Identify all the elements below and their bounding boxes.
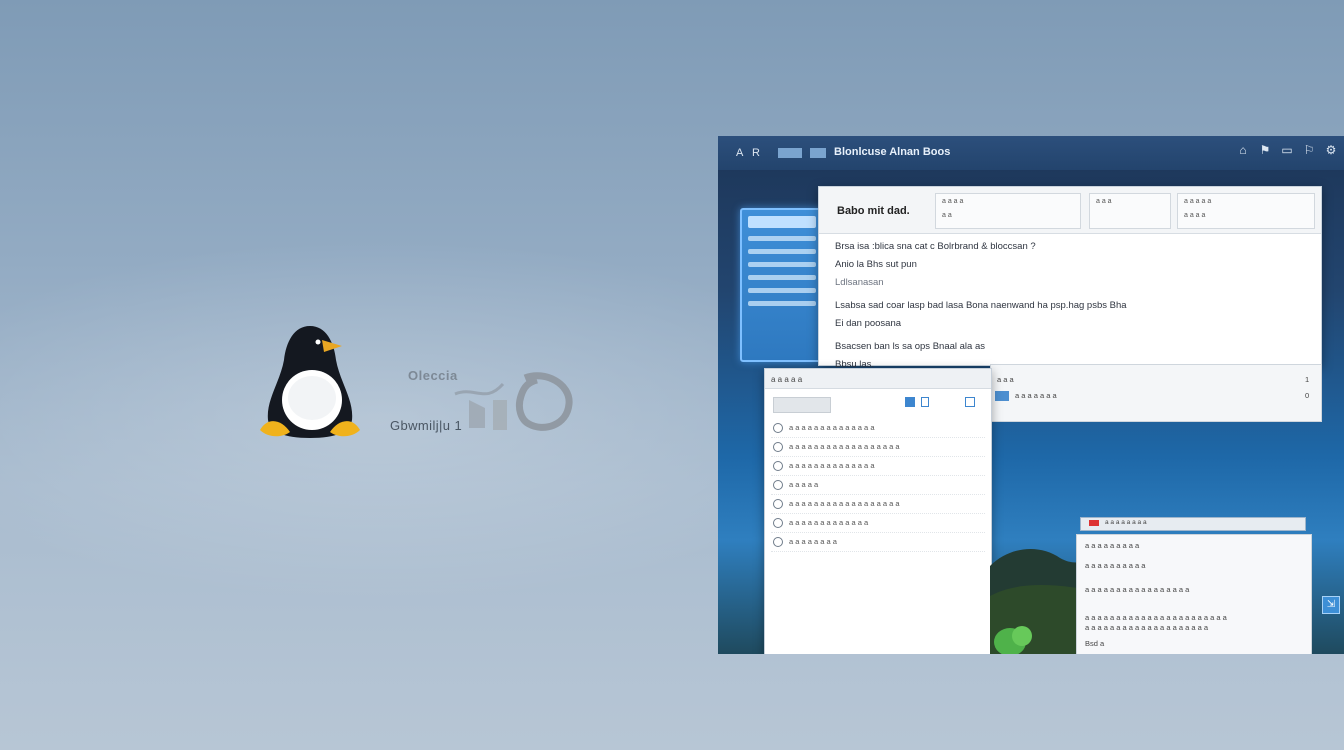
- notification-header-text: a a a a a a a a: [1105, 519, 1147, 526]
- back-button[interactable]: [773, 397, 831, 413]
- toolbar-label: a a a a a: [1184, 198, 1212, 205]
- taskbar-window-button[interactable]: [810, 148, 826, 158]
- desktop-preview: A R Blonlcuse Alnan Boos ⌂ ⚑ ▭ ⚐ ⚙ Babo …: [718, 136, 1344, 654]
- brand-logo-area: Oleccia Gbwmilj|u 1: [250, 320, 590, 460]
- document-body[interactable]: Brsa isa :blica sna cat c Bolrbrand & bl…: [835, 241, 1305, 377]
- document-line: Lsabsa sad coar lasp bad lasa Bona naenw…: [835, 300, 1127, 311]
- toolbar-group-styles[interactable]: a a a a a a a a a: [1177, 193, 1315, 229]
- folder-icon: [995, 391, 1009, 401]
- document-line: Ldlsanasan: [835, 277, 884, 288]
- document-status-strip: a a a a a a a a a a 1 0: [990, 364, 1322, 422]
- toolbar-label: a a a a: [1184, 212, 1206, 219]
- taskbar-window-button[interactable]: [778, 148, 802, 158]
- file-name: a a a a a: [789, 480, 819, 489]
- notification-card[interactable]: a a a a a a a a a a a a a a a a a a a a …: [1076, 534, 1312, 654]
- copy-icon[interactable]: [921, 397, 929, 407]
- expand-icon[interactable]: ⇲: [1322, 596, 1340, 614]
- sidebar-widget-row: [748, 275, 816, 280]
- toolbar-label: a a a a: [942, 198, 964, 205]
- file-icon: [773, 442, 783, 452]
- view-icon[interactable]: [905, 397, 915, 407]
- file-manager-title: a a a a a: [765, 369, 991, 389]
- notification-line: Bsd a: [1085, 639, 1105, 648]
- strip-number: 1: [1305, 375, 1310, 384]
- file-row[interactable]: a a a a a a a a a a a a a a a a a a: [771, 438, 985, 457]
- file-name: a a a a a a a a: [789, 537, 837, 546]
- file-row[interactable]: a a a a a a a a: [771, 533, 985, 552]
- toolbar-group-font[interactable]: a a a a a a: [935, 193, 1081, 229]
- new-window-icon[interactable]: [965, 397, 975, 407]
- sidebar-widget-row: [748, 249, 816, 254]
- sidebar-widget-row: [748, 301, 816, 306]
- file-name: a a a a a a a a a a a a a: [789, 518, 869, 527]
- notification-icon[interactable]: ⚑: [1258, 143, 1272, 157]
- notification-header-bar[interactable]: a a a a a a a a: [1080, 517, 1306, 531]
- file-icon: [773, 518, 783, 528]
- file-manager-toolbar: [765, 389, 991, 419]
- battery-icon[interactable]: ▭: [1280, 143, 1294, 157]
- notification-line: a a a a a a a a a a a a a a a a a: [1085, 585, 1190, 594]
- file-name: a a a a a a a a a a a a a a: [789, 423, 875, 432]
- document-heading: Babo mit dad.: [837, 205, 910, 217]
- gear-icon[interactable]: ⚙: [1324, 143, 1338, 157]
- notification-line: a a a a a a a a a a a a a a a a a a a a …: [1085, 613, 1227, 622]
- notification-line: a a a a a a a a a: [1085, 541, 1140, 550]
- file-row[interactable]: a a a a a a a a a a a a a: [771, 514, 985, 533]
- toolbar-label: a a a: [1096, 198, 1112, 205]
- toolbar-label: a a: [942, 212, 952, 219]
- strip-label: a a a a a a a: [1015, 391, 1057, 400]
- file-icon: [773, 537, 783, 547]
- file-row[interactable]: a a a a a a a a a a a a a a: [771, 419, 985, 438]
- system-tray: ⌂ ⚑ ▭ ⚐ ⚙: [1236, 143, 1338, 157]
- file-list: a a a a a a a a a a a a a a a a a a a a …: [765, 419, 991, 552]
- file-icon: [773, 461, 783, 471]
- file-name: a a a a a a a a a a a a a a: [789, 461, 875, 470]
- file-name: a a a a a a a a a a a a a a a a a a: [789, 442, 900, 451]
- toolbar-group-paragraph[interactable]: a a a: [1089, 193, 1171, 229]
- logo-caption: Gbwmilj|u 1: [390, 418, 463, 433]
- sidebar-widget-header: [748, 216, 816, 228]
- file-manager-window[interactable]: a a a a a a a a a a a a a a a a a a a a …: [764, 368, 992, 654]
- document-line: Ei dan poosana: [835, 318, 902, 329]
- sidebar-widget-row: [748, 236, 816, 241]
- document-toolbar: Babo mit dad. a a a a a a a a a a a a a …: [819, 187, 1321, 234]
- file-icon: [773, 480, 783, 490]
- document-line: Anio la Bhs sut pun: [835, 259, 917, 270]
- flag-icon[interactable]: ⚐: [1302, 143, 1316, 157]
- file-row[interactable]: a a a a a: [771, 476, 985, 495]
- lock-icon[interactable]: ⌂: [1236, 143, 1250, 157]
- sidebar-widget[interactable]: [740, 208, 824, 362]
- top-panel: A R Blonlcuse Alnan Boos ⌂ ⚑ ▭ ⚐ ⚙: [718, 136, 1344, 170]
- document-line: Brsa isa :blica sna cat c Bolrbrand & bl…: [835, 241, 1036, 252]
- window-title: Blonlcuse Alnan Boos: [834, 146, 951, 158]
- notification-line: a a a a a a a a a a: [1085, 561, 1146, 570]
- sidebar-widget-row: [748, 288, 816, 293]
- file-icon: [773, 499, 783, 509]
- strip-number: 0: [1305, 391, 1310, 400]
- file-name: a a a a a a a a a a a a a a a a a a: [789, 499, 900, 508]
- file-icon: [773, 423, 783, 433]
- strip-label: a a a: [997, 375, 1014, 384]
- file-row[interactable]: a a a a a a a a a a a a a a: [771, 457, 985, 476]
- topbar-item[interactable]: A: [736, 147, 743, 159]
- notification-line: a a a a a a a a a a a a a a a a a a a a: [1085, 623, 1209, 632]
- sidebar-widget-row: [748, 262, 816, 267]
- alert-icon: [1089, 520, 1099, 526]
- file-row[interactable]: a a a a a a a a a a a a a a a a a a: [771, 495, 985, 514]
- document-line: Bsacsen ban ls sa ops Bnaal ala as: [835, 341, 985, 352]
- topbar-item[interactable]: R: [752, 147, 760, 159]
- penguin-icon: [260, 326, 360, 438]
- document-window[interactable]: Babo mit dad. a a a a a a a a a a a a a …: [818, 186, 1322, 370]
- brand-mark-icon: [454, 372, 573, 431]
